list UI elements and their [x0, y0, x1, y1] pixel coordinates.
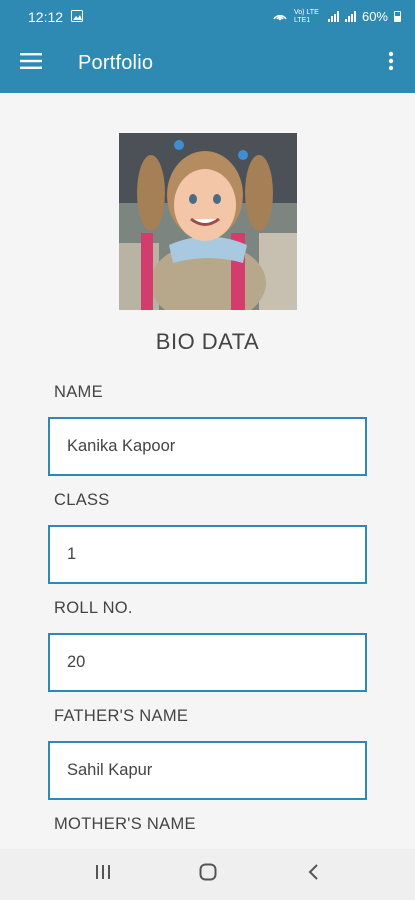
signal-icon-2: [344, 11, 356, 22]
back-button[interactable]: [288, 855, 338, 895]
app-title: Portfolio: [78, 51, 154, 74]
fathers-name-label: FATHER'S NAME: [54, 707, 189, 725]
bio-data-screen[interactable]: BIO DATA NAME Kanika Kapoor CLASS 1 ROLL…: [0, 93, 415, 849]
class-field[interactable]: 1: [48, 525, 367, 584]
gallery-notification-icon: [71, 9, 84, 25]
network-label: Vo) LTE LTE1: [293, 8, 319, 24]
class-label: CLASS: [54, 491, 110, 509]
battery-icon: [394, 11, 401, 22]
hotspot-icon: [272, 9, 288, 24]
mothers-name-label: MOTHER'S NAME: [54, 815, 196, 833]
app-bar: Portfolio: [0, 33, 415, 93]
battery-percent: 60%: [361, 9, 388, 24]
system-nav-bar: [0, 849, 415, 900]
status-time: 12:12: [28, 8, 64, 25]
hamburger-menu-icon: [20, 52, 42, 74]
more-options-button[interactable]: [367, 33, 415, 93]
menu-button[interactable]: [0, 33, 62, 93]
profile-photo: [119, 133, 297, 310]
more-vertical-icon: [388, 51, 394, 76]
home-icon: [199, 863, 217, 886]
fathers-name-field[interactable]: Sahil Kapur: [48, 741, 367, 800]
recents-button[interactable]: [78, 855, 128, 895]
section-title: BIO DATA: [155, 329, 260, 354]
back-icon: [307, 863, 319, 886]
home-button[interactable]: [183, 855, 233, 895]
recents-icon: [94, 864, 112, 885]
signal-icon: [327, 11, 339, 22]
name-label: NAME: [54, 383, 103, 401]
roll-no-label: ROLL NO.: [54, 599, 133, 617]
name-field[interactable]: Kanika Kapoor: [48, 417, 367, 476]
status-bar: 12:12 Vo) LTE LTE1 60%: [0, 0, 415, 33]
roll-no-field[interactable]: 20: [48, 633, 367, 692]
